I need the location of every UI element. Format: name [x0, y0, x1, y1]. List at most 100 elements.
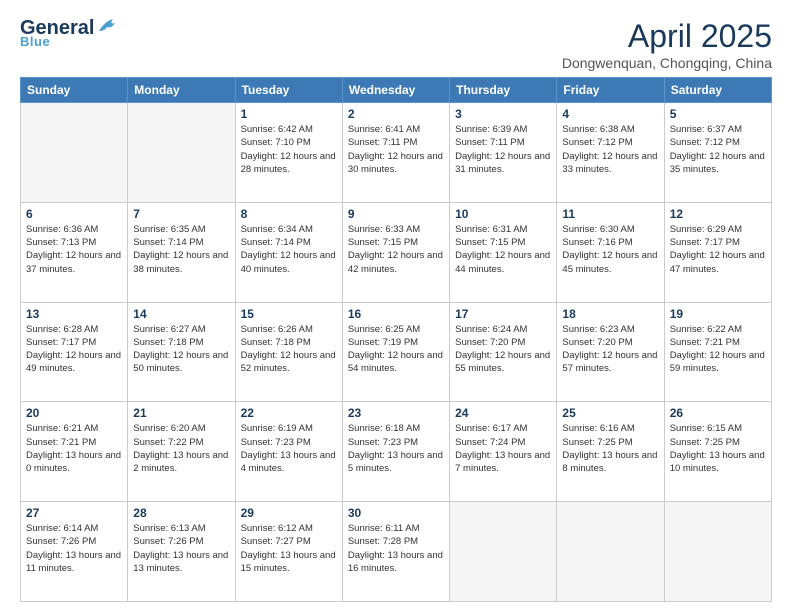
calendar-cell: 30 Sunrise: 6:11 AMSunset: 7:28 PMDaylig… — [342, 502, 449, 602]
calendar-cell: 23 Sunrise: 6:18 AMSunset: 7:23 PMDaylig… — [342, 402, 449, 502]
day-number: 25 — [562, 406, 658, 420]
calendar-cell: 11 Sunrise: 6:30 AMSunset: 7:16 PMDaylig… — [557, 202, 664, 302]
calendar-cell — [664, 502, 771, 602]
day-number: 30 — [348, 506, 444, 520]
day-info: Sunrise: 6:33 AMSunset: 7:15 PMDaylight:… — [348, 224, 443, 275]
calendar-cell: 10 Sunrise: 6:31 AMSunset: 7:15 PMDaylig… — [450, 202, 557, 302]
day-info: Sunrise: 6:17 AMSunset: 7:24 PMDaylight:… — [455, 423, 550, 474]
header: General Blue April 2025 Dongwenquan, Cho… — [20, 18, 772, 71]
day-number: 10 — [455, 207, 551, 221]
calendar-cell: 17 Sunrise: 6:24 AMSunset: 7:20 PMDaylig… — [450, 302, 557, 402]
weekday-header-sunday: Sunday — [21, 78, 128, 103]
day-number: 24 — [455, 406, 551, 420]
day-info: Sunrise: 6:18 AMSunset: 7:23 PMDaylight:… — [348, 423, 443, 474]
day-info: Sunrise: 6:28 AMSunset: 7:17 PMDaylight:… — [26, 324, 121, 375]
calendar-cell: 18 Sunrise: 6:23 AMSunset: 7:20 PMDaylig… — [557, 302, 664, 402]
day-number: 1 — [241, 107, 337, 121]
weekday-header-wednesday: Wednesday — [342, 78, 449, 103]
day-number: 7 — [133, 207, 229, 221]
day-info: Sunrise: 6:26 AMSunset: 7:18 PMDaylight:… — [241, 324, 336, 375]
logo: General Blue — [20, 18, 119, 49]
calendar-cell: 3 Sunrise: 6:39 AMSunset: 7:11 PMDayligh… — [450, 103, 557, 203]
calendar-cell: 2 Sunrise: 6:41 AMSunset: 7:11 PMDayligh… — [342, 103, 449, 203]
calendar-cell: 25 Sunrise: 6:16 AMSunset: 7:25 PMDaylig… — [557, 402, 664, 502]
calendar-week-row: 1 Sunrise: 6:42 AMSunset: 7:10 PMDayligh… — [21, 103, 772, 203]
day-info: Sunrise: 6:41 AMSunset: 7:11 PMDaylight:… — [348, 124, 443, 175]
calendar-week-row: 20 Sunrise: 6:21 AMSunset: 7:21 PMDaylig… — [21, 402, 772, 502]
weekday-header-thursday: Thursday — [450, 78, 557, 103]
day-number: 11 — [562, 207, 658, 221]
day-number: 27 — [26, 506, 122, 520]
calendar-cell: 29 Sunrise: 6:12 AMSunset: 7:27 PMDaylig… — [235, 502, 342, 602]
logo-bird-icon — [97, 17, 119, 35]
day-info: Sunrise: 6:42 AMSunset: 7:10 PMDaylight:… — [241, 124, 336, 175]
calendar-cell: 4 Sunrise: 6:38 AMSunset: 7:12 PMDayligh… — [557, 103, 664, 203]
day-number: 28 — [133, 506, 229, 520]
main-title: April 2025 — [562, 18, 772, 55]
calendar: SundayMondayTuesdayWednesdayThursdayFrid… — [20, 77, 772, 602]
day-info: Sunrise: 6:11 AMSunset: 7:28 PMDaylight:… — [348, 523, 443, 574]
page: General Blue April 2025 Dongwenquan, Cho… — [0, 0, 792, 612]
day-info: Sunrise: 6:37 AMSunset: 7:12 PMDaylight:… — [670, 124, 765, 175]
calendar-cell: 12 Sunrise: 6:29 AMSunset: 7:17 PMDaylig… — [664, 202, 771, 302]
day-number: 4 — [562, 107, 658, 121]
day-info: Sunrise: 6:34 AMSunset: 7:14 PMDaylight:… — [241, 224, 336, 275]
day-number: 17 — [455, 307, 551, 321]
day-number: 26 — [670, 406, 766, 420]
day-number: 19 — [670, 307, 766, 321]
calendar-week-row: 6 Sunrise: 6:36 AMSunset: 7:13 PMDayligh… — [21, 202, 772, 302]
day-info: Sunrise: 6:24 AMSunset: 7:20 PMDaylight:… — [455, 324, 550, 375]
calendar-cell: 21 Sunrise: 6:20 AMSunset: 7:22 PMDaylig… — [128, 402, 235, 502]
day-info: Sunrise: 6:19 AMSunset: 7:23 PMDaylight:… — [241, 423, 336, 474]
day-info: Sunrise: 6:16 AMSunset: 7:25 PMDaylight:… — [562, 423, 657, 474]
calendar-cell: 6 Sunrise: 6:36 AMSunset: 7:13 PMDayligh… — [21, 202, 128, 302]
calendar-cell: 19 Sunrise: 6:22 AMSunset: 7:21 PMDaylig… — [664, 302, 771, 402]
calendar-cell: 7 Sunrise: 6:35 AMSunset: 7:14 PMDayligh… — [128, 202, 235, 302]
logo-blue: Blue — [20, 34, 50, 49]
day-info: Sunrise: 6:14 AMSunset: 7:26 PMDaylight:… — [26, 523, 121, 574]
title-block: April 2025 Dongwenquan, Chongqing, China — [562, 18, 772, 71]
calendar-cell — [21, 103, 128, 203]
calendar-cell: 27 Sunrise: 6:14 AMSunset: 7:26 PMDaylig… — [21, 502, 128, 602]
day-number: 14 — [133, 307, 229, 321]
day-info: Sunrise: 6:29 AMSunset: 7:17 PMDaylight:… — [670, 224, 765, 275]
day-info: Sunrise: 6:31 AMSunset: 7:15 PMDaylight:… — [455, 224, 550, 275]
calendar-cell: 26 Sunrise: 6:15 AMSunset: 7:25 PMDaylig… — [664, 402, 771, 502]
day-number: 9 — [348, 207, 444, 221]
day-number: 22 — [241, 406, 337, 420]
calendar-cell: 22 Sunrise: 6:19 AMSunset: 7:23 PMDaylig… — [235, 402, 342, 502]
day-info: Sunrise: 6:23 AMSunset: 7:20 PMDaylight:… — [562, 324, 657, 375]
day-info: Sunrise: 6:38 AMSunset: 7:12 PMDaylight:… — [562, 124, 657, 175]
calendar-cell: 15 Sunrise: 6:26 AMSunset: 7:18 PMDaylig… — [235, 302, 342, 402]
calendar-cell: 24 Sunrise: 6:17 AMSunset: 7:24 PMDaylig… — [450, 402, 557, 502]
calendar-cell — [128, 103, 235, 203]
day-info: Sunrise: 6:21 AMSunset: 7:21 PMDaylight:… — [26, 423, 121, 474]
calendar-week-row: 13 Sunrise: 6:28 AMSunset: 7:17 PMDaylig… — [21, 302, 772, 402]
day-number: 21 — [133, 406, 229, 420]
day-info: Sunrise: 6:27 AMSunset: 7:18 PMDaylight:… — [133, 324, 228, 375]
day-number: 8 — [241, 207, 337, 221]
day-number: 6 — [26, 207, 122, 221]
day-info: Sunrise: 6:25 AMSunset: 7:19 PMDaylight:… — [348, 324, 443, 375]
day-number: 5 — [670, 107, 766, 121]
day-number: 12 — [670, 207, 766, 221]
weekday-header-saturday: Saturday — [664, 78, 771, 103]
weekday-header-row: SundayMondayTuesdayWednesdayThursdayFrid… — [21, 78, 772, 103]
calendar-cell: 28 Sunrise: 6:13 AMSunset: 7:26 PMDaylig… — [128, 502, 235, 602]
day-number: 3 — [455, 107, 551, 121]
weekday-header-friday: Friday — [557, 78, 664, 103]
calendar-cell — [557, 502, 664, 602]
calendar-cell — [450, 502, 557, 602]
day-info: Sunrise: 6:12 AMSunset: 7:27 PMDaylight:… — [241, 523, 336, 574]
day-info: Sunrise: 6:20 AMSunset: 7:22 PMDaylight:… — [133, 423, 228, 474]
calendar-cell: 5 Sunrise: 6:37 AMSunset: 7:12 PMDayligh… — [664, 103, 771, 203]
calendar-cell: 9 Sunrise: 6:33 AMSunset: 7:15 PMDayligh… — [342, 202, 449, 302]
day-info: Sunrise: 6:35 AMSunset: 7:14 PMDaylight:… — [133, 224, 228, 275]
day-info: Sunrise: 6:36 AMSunset: 7:13 PMDaylight:… — [26, 224, 121, 275]
calendar-cell: 20 Sunrise: 6:21 AMSunset: 7:21 PMDaylig… — [21, 402, 128, 502]
subtitle: Dongwenquan, Chongqing, China — [562, 55, 772, 71]
calendar-week-row: 27 Sunrise: 6:14 AMSunset: 7:26 PMDaylig… — [21, 502, 772, 602]
calendar-cell: 8 Sunrise: 6:34 AMSunset: 7:14 PMDayligh… — [235, 202, 342, 302]
day-number: 2 — [348, 107, 444, 121]
day-number: 16 — [348, 307, 444, 321]
